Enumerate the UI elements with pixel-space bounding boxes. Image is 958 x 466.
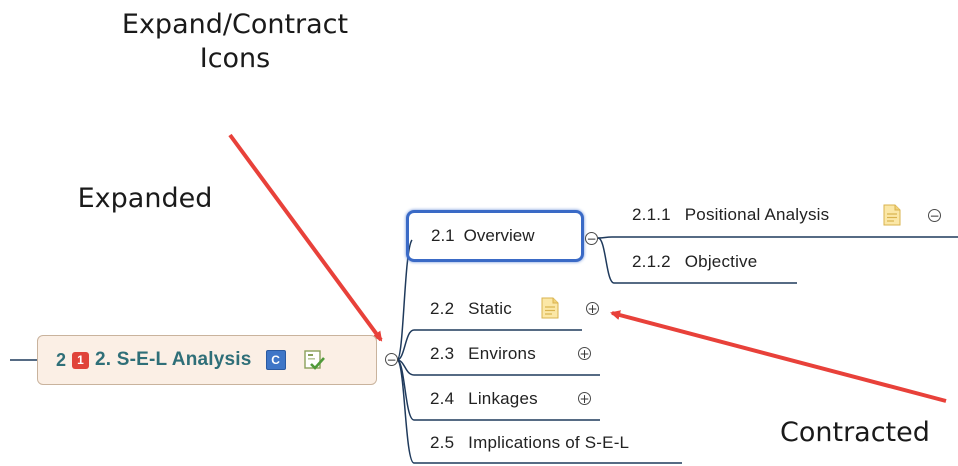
topic-label: Positional Analysis — [684, 205, 830, 224]
topic-overview[interactable]: 2.1 Overview — [406, 210, 584, 262]
topic-number: 2.3 — [430, 344, 455, 363]
arrow-to-expanded-toggle — [228, 133, 383, 342]
topic-static[interactable]: 2.2 Static — [430, 299, 512, 319]
task-checklist-icon — [302, 348, 326, 372]
topic-environs[interactable]: 2.3 Environs — [430, 344, 536, 364]
overview-collapse-toggle[interactable]: − — [585, 232, 598, 245]
topic-positional-analysis[interactable]: 2.1.1 Positional Analysis — [632, 205, 829, 225]
topic-label: Objective — [684, 252, 758, 271]
topic-number: 2.2 — [430, 299, 455, 318]
topic-implications[interactable]: 2.5 Implications of S-E-L — [430, 433, 629, 453]
topic-label: Linkages — [468, 389, 538, 408]
root-collapse-toggle[interactable]: − — [385, 353, 398, 366]
topic-objective[interactable]: 2.1.2 Objective — [632, 252, 757, 272]
root-topic[interactable]: 2 1 2. S-E-L Analysis C — [37, 335, 377, 385]
note-icon[interactable] — [541, 297, 559, 319]
priority-1-icon: 1 — [72, 351, 90, 369]
topic-linkages[interactable]: 2.4 Linkages — [430, 389, 538, 409]
note-icon[interactable] — [883, 204, 901, 226]
topic-number: 2.1.2 — [632, 252, 671, 271]
linkages-expand-toggle[interactable]: + — [578, 392, 591, 405]
environs-expand-toggle[interactable]: + — [578, 347, 591, 360]
topic-number: 2.1.1 — [632, 205, 671, 224]
topic-label: Overview — [463, 226, 535, 245]
category-c-icon: C — [265, 350, 286, 370]
topic-label: Static — [468, 299, 512, 318]
arrow-to-contracted-toggle — [610, 310, 947, 403]
positional-analysis-collapse-toggle[interactable]: − — [928, 209, 941, 222]
topic-label: Implications of S-E-L — [468, 433, 630, 452]
topic-number: 2.1 — [431, 226, 455, 245]
static-expand-toggle[interactable]: + — [586, 302, 599, 315]
root-topic-number: 2 — [56, 349, 67, 370]
topic-number: 2.5 — [430, 433, 455, 452]
topic-label: Environs — [468, 344, 536, 363]
root-topic-title: 2. S-E-L Analysis — [95, 349, 252, 370]
topic-number: 2.4 — [430, 389, 455, 408]
